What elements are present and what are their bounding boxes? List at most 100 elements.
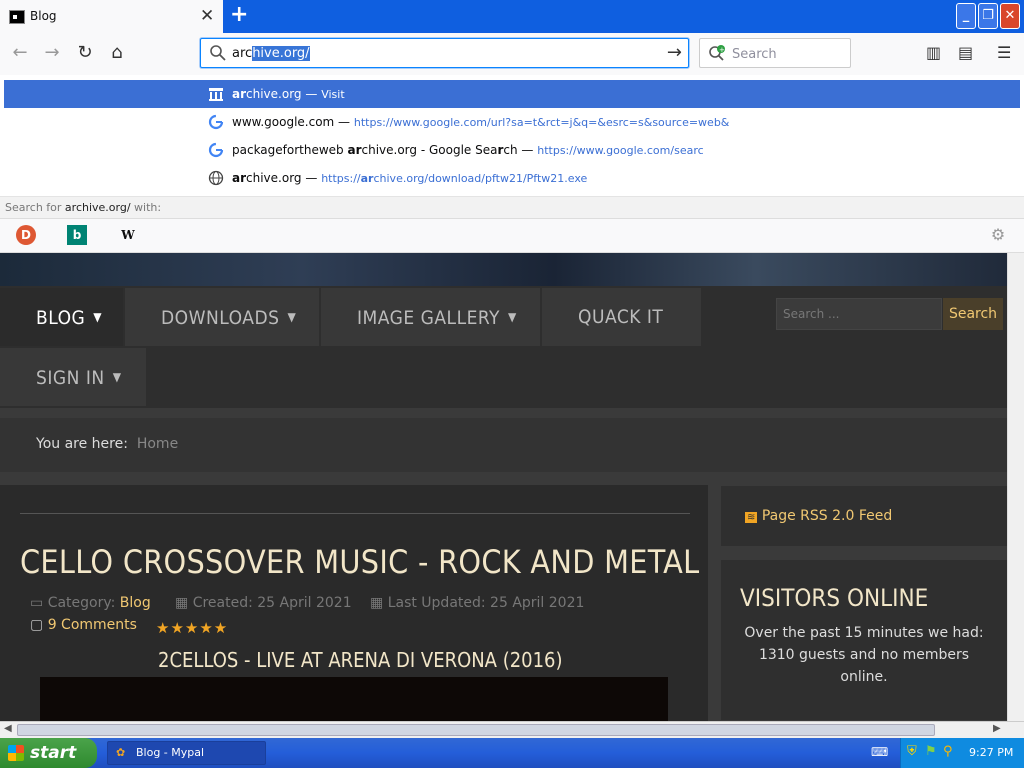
- network-icon[interactable]: ⚑: [925, 744, 937, 759]
- caret-down-icon: ▼: [287, 310, 297, 324]
- video-title: 2CELLOS - LIVE AT ARENA DI VERONA (2016): [158, 648, 563, 672]
- forward-icon[interactable]: →: [40, 42, 64, 66]
- breadcrumb: You are here: Home: [0, 418, 1007, 472]
- url-typed-text: arc: [232, 46, 253, 61]
- category-label: Category:: [47, 595, 116, 611]
- menu-hamburger-icon[interactable]: ☰: [997, 43, 1011, 62]
- menu-item-blog[interactable]: BLOG ▼: [0, 288, 123, 346]
- search-placeholder: Search: [732, 47, 777, 62]
- tab-close-icon[interactable]: ✕: [200, 6, 214, 26]
- navigation-toolbar: ← → ↻ ⌂ archive.org/ → + Search ▥ ▤ ☰: [0, 33, 1024, 75]
- windows-taskbar: start ✿ Blog - Mypal ⌨ ⛨ ⚑ ⚲ 9:27 PM: [0, 738, 1024, 768]
- search-bar[interactable]: + Search: [699, 38, 851, 68]
- mypal-app-icon: ✿: [116, 746, 126, 759]
- category-link[interactable]: Blog: [120, 595, 151, 611]
- url-bar[interactable]: archive.org/ →: [200, 38, 689, 68]
- visitors-text: Over the past 15 minutes we had: 1310 gu…: [744, 625, 984, 685]
- system-tray: ⌨ ⛨ ⚑ ⚲ 9:27 PM: [871, 738, 1024, 768]
- back-icon[interactable]: ←: [8, 42, 32, 66]
- breadcrumb-home-link[interactable]: Home: [137, 436, 178, 452]
- caret-down-icon: ▼: [93, 310, 103, 324]
- one-off-search-engines: D b W ⚙: [0, 219, 1024, 253]
- horizontal-scroll-thumb[interactable]: [17, 724, 935, 736]
- comment-icon: ▢: [30, 617, 44, 633]
- visitors-module: VISITORS ONLINE Over the past 15 minutes…: [721, 560, 1007, 720]
- video-player[interactable]: [40, 677, 668, 721]
- caret-down-icon: ▼: [112, 370, 122, 384]
- breadcrumb-label: You are here:: [36, 436, 128, 452]
- svg-text:+: +: [719, 46, 725, 54]
- clock: 9:27 PM: [969, 746, 1014, 759]
- menu-item-image-gallery[interactable]: IMAGE GALLERY ▼: [321, 288, 540, 346]
- suggestion-item[interactable]: packagefortheweb archive.org - Google Se…: [4, 136, 1020, 164]
- suggestion-text: packagefortheweb archive.org - Google Se…: [232, 143, 704, 157]
- sidebar: ≋ Page RSS 2.0 Feed VISITORS ONLINE Over…: [721, 486, 1007, 721]
- site-banner-image: [0, 253, 1007, 286]
- suggestion-text: www.google.com — https://www.google.com/…: [232, 115, 730, 129]
- calendar-icon: ▦: [175, 595, 189, 611]
- shield-icon[interactable]: ⛨: [907, 744, 917, 759]
- updated-date: Last Updated: 25 April 2021: [387, 595, 585, 611]
- rss-link[interactable]: ≋ Page RSS 2.0 Feed: [745, 508, 892, 524]
- windows-logo-icon: [8, 745, 24, 761]
- start-button[interactable]: start: [0, 738, 97, 768]
- horizontal-scrollbar[interactable]: ◀ ▶: [0, 721, 1024, 738]
- home-icon[interactable]: ⌂: [105, 42, 129, 66]
- globe-icon: [208, 170, 224, 186]
- google-g-icon: [208, 114, 224, 130]
- go-arrow-icon[interactable]: →: [667, 42, 682, 63]
- divider: [20, 513, 690, 514]
- library-icon[interactable]: ▥: [926, 43, 941, 62]
- article: CELLO CROSSOVER MUSIC - ROCK AND METAL ▭…: [0, 485, 708, 721]
- taskbar-item-mypal[interactable]: ✿ Blog - Mypal: [107, 741, 266, 765]
- search-for-header: Search for archive.org/ with:: [0, 196, 1024, 218]
- menu-item-quack-it[interactable]: QUACK IT: [542, 288, 701, 346]
- maximize-button[interactable]: ❐: [978, 3, 998, 29]
- search-engine-add-icon: +: [709, 45, 725, 61]
- rating-stars[interactable]: ★★★★★: [156, 619, 228, 637]
- url-autocomplete-popup: archive.org — Visit www.google.com — htt…: [0, 75, 1024, 219]
- tab-blog[interactable]: Blog ✕: [0, 0, 223, 33]
- search-tray-icon[interactable]: ⚲: [943, 744, 953, 759]
- menu-item-downloads[interactable]: DOWNLOADS ▼: [125, 288, 319, 346]
- tab-title: Blog: [30, 9, 57, 23]
- site-search-button[interactable]: Search: [943, 298, 1003, 330]
- keyboard-icon[interactable]: ⌨: [871, 745, 888, 759]
- suggestion-item[interactable]: archive.org — https://archive.org/downlo…: [4, 164, 1020, 192]
- scroll-left-icon[interactable]: ◀: [4, 723, 12, 734]
- url-autofill-selection: hive.org/: [252, 46, 310, 61]
- suggestion-item[interactable]: www.google.com — https://www.google.com/…: [4, 108, 1020, 136]
- tab-strip: Blog ✕ + _ ❐ ✕: [0, 0, 1024, 33]
- google-g-icon: [208, 142, 224, 158]
- wikipedia-icon[interactable]: W: [118, 225, 138, 245]
- archive-building-icon: [209, 88, 223, 101]
- folder-icon: ▭: [30, 595, 44, 611]
- reload-icon[interactable]: ↻: [73, 42, 97, 66]
- suggestion-text: archive.org — https://archive.org/downlo…: [232, 171, 588, 185]
- article-title: CELLO CROSSOVER MUSIC - ROCK AND METAL: [20, 543, 700, 581]
- new-tab-icon[interactable]: +: [230, 2, 248, 27]
- search-settings-gear-icon[interactable]: ⚙: [988, 225, 1008, 245]
- minimize-button[interactable]: _: [956, 3, 976, 29]
- duckduckgo-icon[interactable]: D: [16, 225, 36, 245]
- rss-icon: ≋: [745, 512, 758, 523]
- menu-item-sign-in[interactable]: SIGN IN ▼: [0, 348, 146, 406]
- close-window-button[interactable]: ✕: [1000, 3, 1020, 29]
- search-icon: [210, 45, 226, 61]
- url-input[interactable]: archive.org/: [232, 46, 310, 61]
- sidebar-toggle-icon[interactable]: ▤: [958, 43, 973, 62]
- calendar-icon: ▦: [370, 595, 384, 611]
- site-search-input[interactable]: Search ...: [776, 298, 942, 330]
- comments-link[interactable]: 9 Comments: [48, 617, 137, 633]
- suggestion-text: archive.org — Visit: [232, 87, 345, 101]
- rss-module: ≋ Page RSS 2.0 Feed: [721, 486, 1007, 546]
- created-date: Created: 25 April 2021: [192, 595, 352, 611]
- scroll-right-icon[interactable]: ▶: [993, 723, 1001, 734]
- visitors-title: VISITORS ONLINE: [740, 584, 929, 612]
- web-page: BLOG ▼ DOWNLOADS ▼ IMAGE GALLERY ▼ QUACK IT…: [0, 253, 1007, 721]
- bing-icon[interactable]: b: [67, 225, 87, 245]
- vertical-scrollbar[interactable]: [1007, 253, 1024, 721]
- caret-down-icon: ▼: [508, 310, 517, 324]
- site-favicon-icon: [9, 10, 25, 24]
- suggestion-item[interactable]: archive.org — Visit: [4, 80, 1020, 108]
